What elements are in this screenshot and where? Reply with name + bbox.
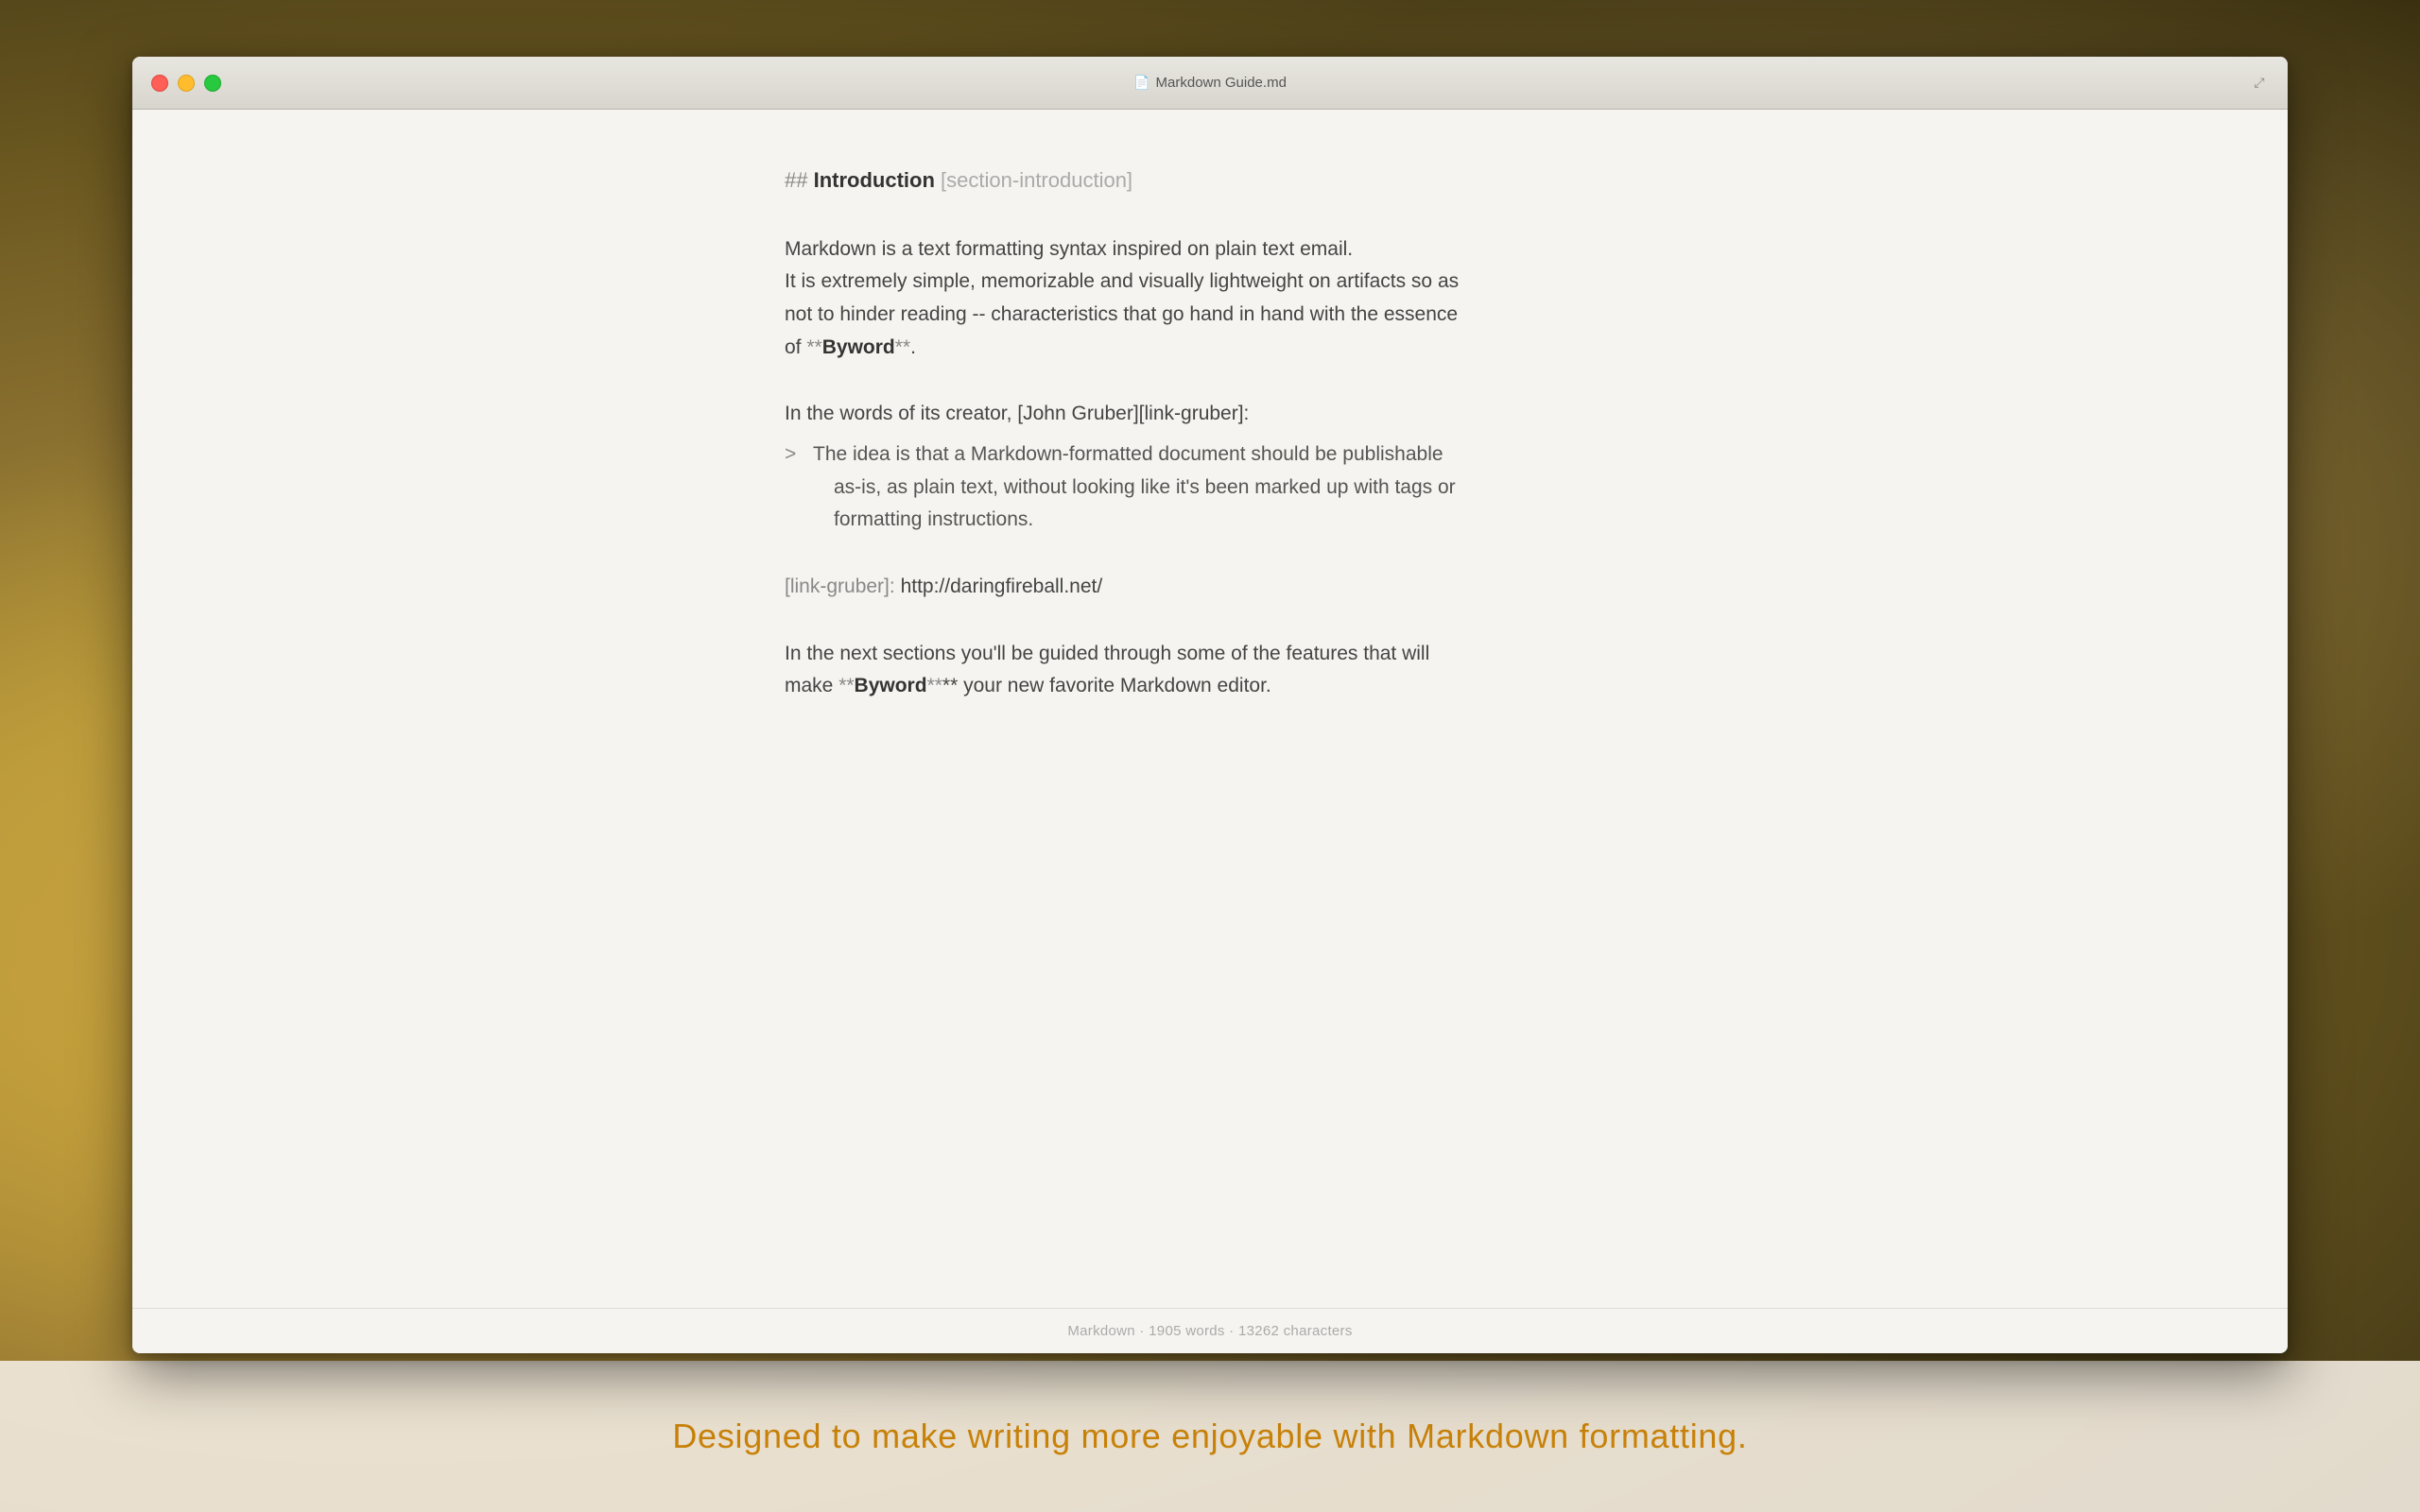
close-button[interactable]: [151, 75, 168, 92]
para1-line2: It is extremely simple, memorizable and …: [785, 270, 1459, 292]
statusbar-text: Markdown · 1905 words · 13262 characters: [1067, 1323, 1352, 1339]
para1-of: of: [785, 336, 806, 358]
para3-byword: Byword: [855, 675, 927, 696]
para3-star1: **: [838, 675, 854, 696]
paragraph-intro: Markdown is a text formatting syntax ins…: [785, 233, 1635, 365]
window-title-text: Markdown Guide.md: [1156, 75, 1287, 91]
bottom-tagline: Designed to make writing more enjoyable …: [672, 1417, 1747, 1456]
quote-marker: >: [785, 438, 796, 472]
heading-anchor: [section-introduction]: [941, 168, 1132, 192]
paragraph-closing: In the next sections you'll be guided th…: [785, 638, 1635, 703]
expand-button[interactable]: ⤢: [2250, 74, 2269, 93]
para3-line1: In the next sections you'll be guided th…: [785, 643, 1429, 664]
window-title: 📄 Markdown Guide.md: [1133, 75, 1287, 91]
link-reference: [link-gruber]: http://daringfireball.net…: [785, 571, 1635, 604]
app-window: 📄 Markdown Guide.md ⤢ ## Introduction [s…: [132, 57, 2288, 1353]
quote-line3: formatting instructions.: [785, 504, 1635, 537]
para3-make: make: [785, 675, 838, 696]
para1-star1: **: [806, 336, 821, 358]
quote-line2: as-is, as plain text, without looking li…: [785, 472, 1635, 505]
para3-rest: ** your new favorite Markdown editor.: [942, 675, 1271, 696]
para1-period: .: [910, 336, 916, 358]
para3-star2: **: [927, 675, 942, 696]
minimize-button[interactable]: [178, 75, 195, 92]
statusbar: Markdown · 1905 words · 13262 characters: [132, 1308, 2288, 1353]
document-icon: 📄: [1133, 75, 1150, 91]
quote-text-line2: as-is, as plain text, without looking li…: [834, 476, 1456, 498]
heading-hash: ##: [785, 168, 807, 192]
link-ref-url: http://daringfireball.net/: [901, 576, 1103, 597]
para2-text: In the words of its creator, [John Grube…: [785, 403, 1249, 424]
maximize-button[interactable]: [204, 75, 221, 92]
para1-byword: Byword: [822, 336, 895, 358]
quote-text-line3: formatting instructions.: [834, 508, 1033, 530]
paragraph-creator-intro: In the words of its creator, [John Grube…: [785, 398, 1635, 431]
titlebar: 📄 Markdown Guide.md ⤢: [132, 57, 2288, 110]
heading-title: Introduction: [814, 168, 935, 192]
para1-line1: Markdown is a text formatting syntax ins…: [785, 238, 1353, 260]
traffic-lights: [151, 75, 221, 92]
quote-text-line1: The idea is that a Markdown-formatted do…: [813, 443, 1443, 465]
para1-star2: **: [895, 336, 910, 358]
content-inner: ## Introduction [section-introduction] M…: [785, 166, 1635, 703]
link-ref-label: [link-gruber]:: [785, 576, 895, 597]
bottom-bar: Designed to make writing more enjoyable …: [0, 1361, 2420, 1512]
blockquote: > The idea is that a Markdown-formatted …: [785, 438, 1635, 537]
quote-line1: > The idea is that a Markdown-formatted …: [785, 438, 1635, 472]
section-heading: ## Introduction [section-introduction]: [785, 166, 1635, 196]
editor-content[interactable]: ## Introduction [section-introduction] M…: [132, 110, 2288, 1308]
para1-line3: not to hinder reading -- characteristics…: [785, 303, 1458, 325]
